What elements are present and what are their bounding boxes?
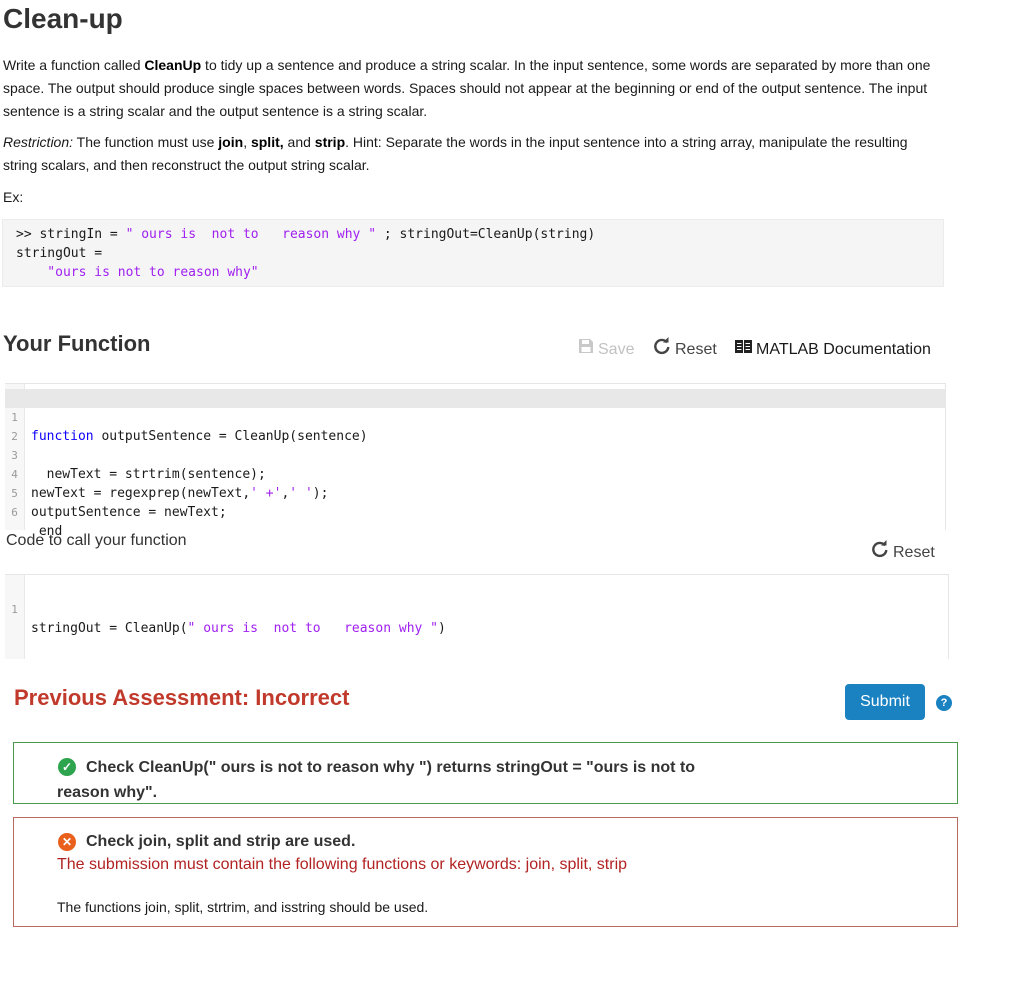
problem-description: Write a function called CleanUp to tidy … bbox=[3, 57, 931, 119]
save-icon bbox=[578, 338, 594, 362]
reset-button[interactable]: Reset bbox=[653, 337, 717, 363]
your-function-heading: Your Function bbox=[3, 331, 151, 356]
problem-restriction: Restriction: The function must use join,… bbox=[3, 134, 908, 173]
function-code-editor[interactable]: 1 function outputSentence = CleanUp(sent… bbox=[5, 383, 946, 539]
book-icon bbox=[735, 338, 752, 362]
example-code-block: >> stringIn = " ours is not to reason wh… bbox=[2, 219, 944, 287]
test-error-message: The submission must contain the followin… bbox=[57, 856, 628, 873]
call-code-editor[interactable]: 1 stringOut = CleanUp(" ours is not to r… bbox=[5, 574, 949, 659]
test-note: The functions join, split, strtrim, and … bbox=[57, 899, 429, 915]
save-button[interactable]: Save bbox=[578, 338, 634, 362]
code-line[interactable]: 3 newText = strtrim(sentence); bbox=[5, 427, 945, 482]
test-title: Check join, split and strip are used. bbox=[86, 833, 356, 850]
error-circle-icon: ✕ bbox=[58, 833, 76, 851]
call-function-label: Code to call your function bbox=[6, 532, 187, 549]
reset-icon bbox=[653, 337, 671, 363]
code-line[interactable]: 1 function outputSentence = CleanUp(sent… bbox=[5, 389, 945, 444]
function-name: CleanUp bbox=[144, 57, 202, 73]
code-line[interactable]: 2 bbox=[5, 408, 945, 443]
reset-icon bbox=[871, 540, 889, 565]
call-reset-button[interactable]: Reset bbox=[871, 540, 935, 565]
problem-title: Clean-up bbox=[3, 3, 123, 34]
submit-button[interactable]: Submit bbox=[845, 684, 925, 720]
example-label: Ex: bbox=[3, 189, 24, 205]
assessment-status-heading: Previous Assessment: Incorrect bbox=[14, 685, 350, 710]
code-line[interactable]: 6 end bbox=[5, 484, 945, 539]
test-result-fail: ✕ Check join, split and strip are used. … bbox=[13, 817, 958, 927]
matlab-documentation-link[interactable]: MATLAB Documentation bbox=[735, 338, 931, 362]
test-result-pass: ✓ Check CleanUp(" ours is not to reason … bbox=[13, 742, 958, 804]
code-line[interactable]: 1 stringOut = CleanUp(" ours is not to r… bbox=[5, 581, 948, 636]
test-title: Check CleanUp(" ours is not to reason wh… bbox=[57, 759, 696, 801]
code-line[interactable]: 5 outputSentence = newText; bbox=[5, 465, 945, 520]
help-icon[interactable]: ? bbox=[936, 695, 952, 711]
code-line[interactable]: 4 newText = regexprep(newText,' +',' '); bbox=[5, 446, 945, 501]
